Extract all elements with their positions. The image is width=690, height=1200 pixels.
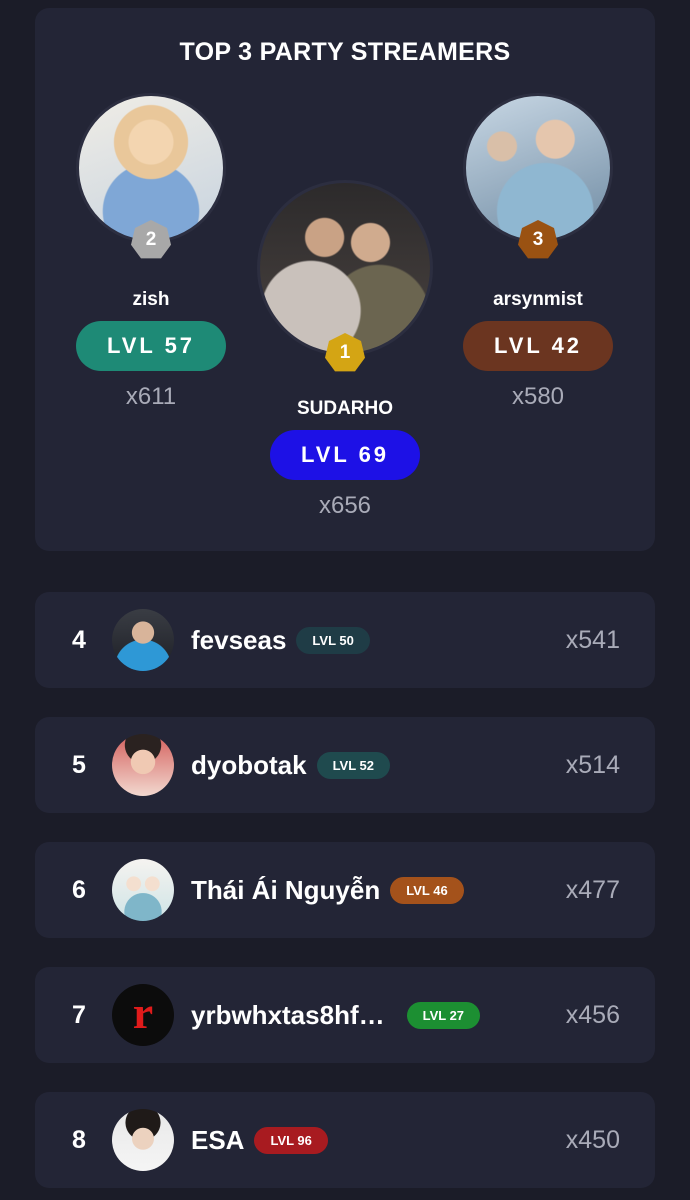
gift-count: x456 bbox=[565, 1001, 620, 1029]
level-badge: LVL 27 bbox=[406, 1001, 481, 1029]
row-rank: 7 bbox=[72, 1001, 86, 1029]
gift-count: x580 bbox=[511, 383, 565, 410]
avatar[interactable]: r bbox=[112, 984, 174, 1046]
avatar[interactable]: 1 bbox=[257, 180, 433, 372]
row-username: fevseas bbox=[191, 624, 287, 655]
row-rank: 6 bbox=[72, 876, 86, 904]
podium-rank-3[interactable]: 3 arsynmist LVL 42 x580 bbox=[463, 93, 613, 411]
level-badge: LVL 96 bbox=[254, 1126, 328, 1154]
rank-3-badge: 3 bbox=[518, 220, 558, 259]
leaderboard-row-8[interactable]: 8 ESA LVL 96 x450 bbox=[35, 1092, 655, 1188]
level-badge: LVL 57 bbox=[76, 321, 226, 371]
podium-name: SUDARHO bbox=[296, 398, 394, 419]
gift-count: x541 bbox=[565, 626, 620, 654]
avatar[interactable] bbox=[112, 734, 174, 796]
row-username: dyobotak bbox=[191, 749, 307, 780]
row-rank: 4 bbox=[72, 626, 86, 654]
podium-name: arsynmist bbox=[493, 289, 583, 310]
row-rank: 8 bbox=[72, 1126, 86, 1154]
rank-1-badge: 1 bbox=[325, 333, 365, 372]
gift-count: x450 bbox=[565, 1126, 620, 1154]
leaderboard-row-4[interactable]: 4 fevseas LVL 50 x541 bbox=[35, 592, 655, 688]
gift-count: x514 bbox=[565, 751, 620, 779]
leaderboard-row-7[interactable]: 7 r yrbwhxtas8hf… LVL 27 x456 bbox=[35, 967, 655, 1063]
level-badge: LVL 69 bbox=[270, 430, 420, 480]
row-rank: 5 bbox=[72, 751, 86, 779]
r-logo-icon: r bbox=[132, 987, 154, 1038]
avatar[interactable]: 3 bbox=[463, 93, 613, 259]
gift-count: x611 bbox=[125, 383, 177, 410]
level-badge: LVL 42 bbox=[463, 321, 613, 371]
podium-name: zish bbox=[132, 289, 170, 310]
row-username: yrbwhxtas8hf… bbox=[191, 999, 385, 1030]
level-badge: LVL 52 bbox=[316, 751, 391, 779]
row-username: ESA bbox=[191, 1124, 245, 1155]
avatar[interactable] bbox=[112, 859, 174, 921]
leaderboard-row-6[interactable]: 6 Thái Ái Nguyễn LVL 46 x477 bbox=[35, 842, 655, 938]
avatar[interactable] bbox=[112, 609, 174, 671]
rank-2-badge: 2 bbox=[131, 220, 171, 259]
level-badge: LVL 46 bbox=[390, 876, 464, 904]
top-streamers-card: TOP 3 PARTY STREAMERS 2 zish LVL 57 x611… bbox=[35, 8, 655, 551]
avatar[interactable] bbox=[112, 1109, 174, 1171]
leaderboard-row-5[interactable]: 5 dyobotak LVL 52 x514 bbox=[35, 717, 655, 813]
top-streamers-title: TOP 3 PARTY STREAMERS bbox=[179, 38, 511, 66]
avatar[interactable]: 2 bbox=[76, 93, 226, 259]
gift-count: x656 bbox=[318, 492, 372, 519]
level-badge: LVL 50 bbox=[296, 626, 370, 654]
row-username: Thái Ái Nguyễn bbox=[191, 874, 381, 905]
gift-count: x477 bbox=[565, 876, 620, 904]
podium-rank-2[interactable]: 2 zish LVL 57 x611 bbox=[76, 93, 226, 411]
podium-rank-1[interactable]: 1 SUDARHO LVL 69 x656 bbox=[257, 180, 433, 520]
